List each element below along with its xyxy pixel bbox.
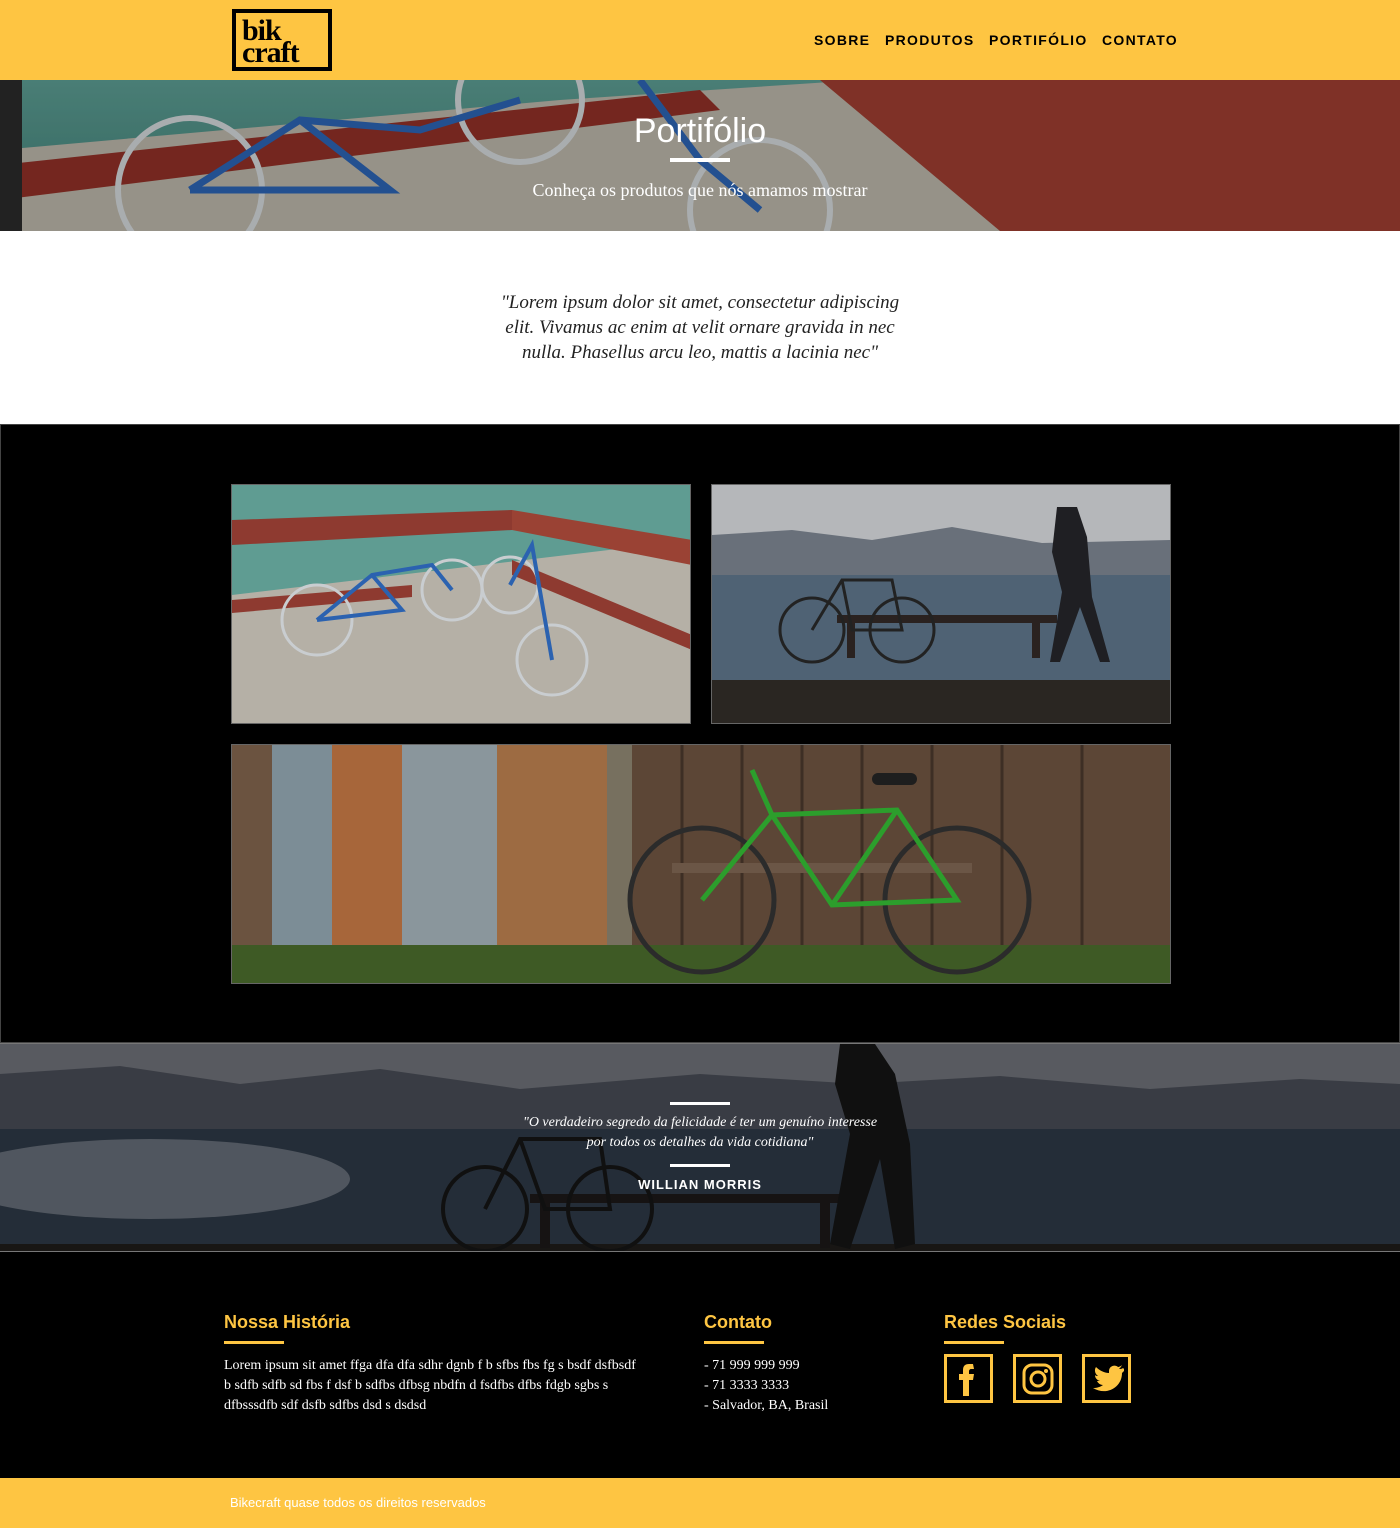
hero-divider xyxy=(670,158,730,162)
hero-title: Portifólio xyxy=(633,112,767,150)
nav-link-portifolio[interactable]: PORTIFÓLIO xyxy=(989,32,1088,48)
instagram-link[interactable] xyxy=(1013,1354,1062,1403)
footer-social-bar xyxy=(944,1341,1004,1344)
contact-phone-2: - 71 3333 3333 xyxy=(704,1378,790,1393)
hero-bike-image xyxy=(0,80,1400,231)
banner-author: WILLIAN MORRIS xyxy=(638,1177,762,1192)
quote-banner: "O verdadeiro segredo da felicidade é te… xyxy=(0,1043,1400,1252)
nav-link-sobre[interactable]: SOBRE xyxy=(814,32,870,48)
intro-quote: "Lorem ipsum dolor sit amet, consectetur… xyxy=(500,292,900,363)
contact-phone-1: - 71 999 999 999 xyxy=(704,1358,800,1373)
nav-link-produtos[interactable]: PRODUTOS xyxy=(885,32,975,48)
contact-address: - Salvador, BA, Brasil xyxy=(704,1398,829,1413)
portfolio-photo-green-bike[interactable] xyxy=(231,744,1171,984)
copyright-bar: Bikecraft quase todos os direitos reserv… xyxy=(0,1478,1400,1528)
footer-social-title: Redes Sociais xyxy=(944,1312,1067,1332)
hero-banner: Portifólio Conheça os produtos que nós a… xyxy=(0,80,1400,231)
portfolio-photo-lake-bike[interactable] xyxy=(711,484,1171,724)
banner-quote: "O verdadeiro segredo da felicidade é te… xyxy=(522,1115,878,1150)
facebook-link[interactable] xyxy=(944,1354,993,1403)
intro-section: "Lorem ipsum dolor sit amet, consectetur… xyxy=(0,231,1400,424)
twitter-link[interactable] xyxy=(1082,1354,1131,1403)
instagram-icon xyxy=(1022,1363,1053,1394)
footer-contact-list: - 71 999 999 999 - 71 3333 3333 - Salvad… xyxy=(704,1356,904,1416)
twitter-icon xyxy=(1092,1364,1124,1391)
footer-history-bar xyxy=(224,1341,284,1344)
nav-link-contato[interactable]: CONTATO xyxy=(1102,32,1178,48)
footer-history: Nossa História Lorem ipsum sit amet ffga… xyxy=(224,1312,644,1416)
portfolio-gallery xyxy=(0,424,1400,1043)
main-nav: SOBRE PRODUTOS PORTIFÓLIO CONTATO xyxy=(0,32,1400,50)
footer-history-text: Lorem ipsum sit amet ffga dfa dfa sdhr d… xyxy=(224,1358,636,1413)
portfolio-photo-blue-bikes[interactable] xyxy=(231,484,691,724)
footer-contact: Contato - 71 999 999 999 - 71 3333 3333 … xyxy=(704,1312,904,1416)
copyright-text: Bikecraft quase todos os direitos reserv… xyxy=(230,1495,486,1510)
green-bike-image xyxy=(232,745,1170,983)
site-header: bik craft SOBRE PRODUTOS PORTIFÓLIO CONT… xyxy=(0,0,1400,80)
banner-divider-top xyxy=(670,1102,730,1105)
footer-social: Redes Sociais xyxy=(944,1312,1164,1403)
social-links xyxy=(944,1354,1164,1403)
facebook-icon xyxy=(958,1363,974,1396)
footer-contact-bar xyxy=(704,1341,764,1344)
blue-bikes-image xyxy=(232,485,690,723)
site-footer: Nossa História Lorem ipsum sit amet ffga… xyxy=(0,1252,1400,1478)
hero-subtitle: Conheça os produtos que nós amamos mostr… xyxy=(532,180,868,200)
banner-divider-bottom xyxy=(670,1164,730,1167)
footer-contact-title: Contato xyxy=(704,1312,772,1332)
footer-history-title: Nossa História xyxy=(224,1312,351,1332)
lake-bike-image xyxy=(712,485,1170,723)
